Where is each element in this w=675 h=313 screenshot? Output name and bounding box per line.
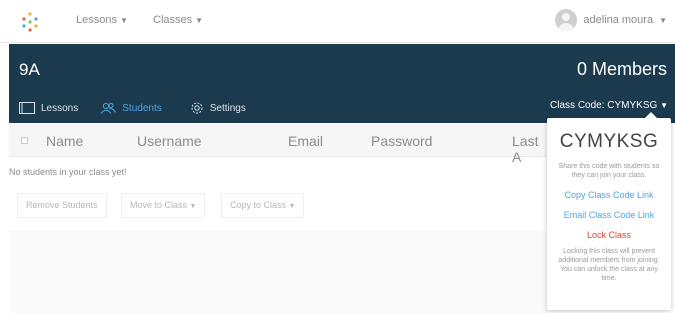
user-name: adelina moura <box>583 14 654 26</box>
nav-lessons-menu[interactable]: Lessons ▼ <box>76 14 128 26</box>
top-nav: Lessons ▼ Classes ▼ adelina moura ▼ <box>0 0 675 43</box>
caret-down-icon: ▼ <box>660 101 668 110</box>
tab-settings[interactable]: Settings <box>190 99 246 117</box>
copy-to-class-button[interactable]: Copy to Class ▼ <box>221 193 305 218</box>
caret-down-icon: ▼ <box>189 203 197 210</box>
share-code-text: Share this code with students so they ca… <box>558 163 660 179</box>
email-class-code-link[interactable]: Email Class Code Link <box>547 210 671 220</box>
column-password[interactable]: Password <box>371 133 432 149</box>
tab-students-label: Students <box>122 102 162 114</box>
tab-settings-label: Settings <box>209 102 246 114</box>
class-title: 9A <box>19 60 40 79</box>
class-code-value: CYMYKSG <box>559 131 659 152</box>
avatar <box>555 9 578 31</box>
select-all-checkbox[interactable] <box>21 137 28 144</box>
caret-down-icon: ▼ <box>659 15 667 25</box>
column-name[interactable]: Name <box>46 133 83 149</box>
user-menu[interactable]: adelina moura ▼ <box>555 9 667 31</box>
empty-state-message: No students in your class yet! <box>9 167 127 177</box>
caret-down-icon: ▼ <box>195 16 204 25</box>
tab-students[interactable]: Students <box>100 99 167 117</box>
column-email[interactable]: Email <box>288 133 323 149</box>
class-code-label: Class Code: CYMYKSG <box>550 100 658 111</box>
students-table-header: Name Username Email Password Last A <box>9 124 549 165</box>
remove-students-label: Remove Students <box>26 200 98 210</box>
gear-icon <box>191 102 203 114</box>
copy-to-class-label: Copy to Class <box>230 200 287 210</box>
nav-lessons-label: Lessons <box>76 14 117 26</box>
lock-class-link[interactable]: Lock Class <box>547 230 671 240</box>
class-code-dropdown[interactable]: Class Code: CYMYKSG ▼ <box>550 100 668 111</box>
tab-lessons[interactable]: Lessons <box>19 99 78 117</box>
copy-class-code-link[interactable]: Copy Class Code Link <box>547 190 671 200</box>
class-header: 9A 0 Members Lessons Students Settings C… <box>9 44 675 123</box>
nav-classes-label: Classes <box>153 14 193 26</box>
lock-class-text: Locking this class will prevent addition… <box>558 248 660 282</box>
members-count: 0 Members <box>576 59 667 79</box>
remove-students-button[interactable]: Remove Students <box>17 193 107 218</box>
students-icon <box>100 102 117 114</box>
content-lower-area <box>9 230 549 313</box>
class-code-popover: CYMYKSG Share this code with students so… <box>547 112 671 310</box>
column-last-active[interactable]: Last A <box>512 133 549 165</box>
nav-classes-menu[interactable]: Classes ▼ <box>153 14 203 26</box>
caret-down-icon: ▼ <box>119 16 128 25</box>
slideshow-icon <box>19 102 35 114</box>
app-logo-icon[interactable] <box>19 11 41 33</box>
move-to-class-button[interactable]: Move to Class ▼ <box>121 193 206 218</box>
tab-lessons-label: Lessons <box>41 102 79 114</box>
column-username[interactable]: Username <box>137 133 202 149</box>
class-tabs: Lessons Students Settings <box>19 99 268 117</box>
move-to-class-label: Move to Class <box>130 200 188 210</box>
caret-down-icon: ▼ <box>288 203 296 210</box>
